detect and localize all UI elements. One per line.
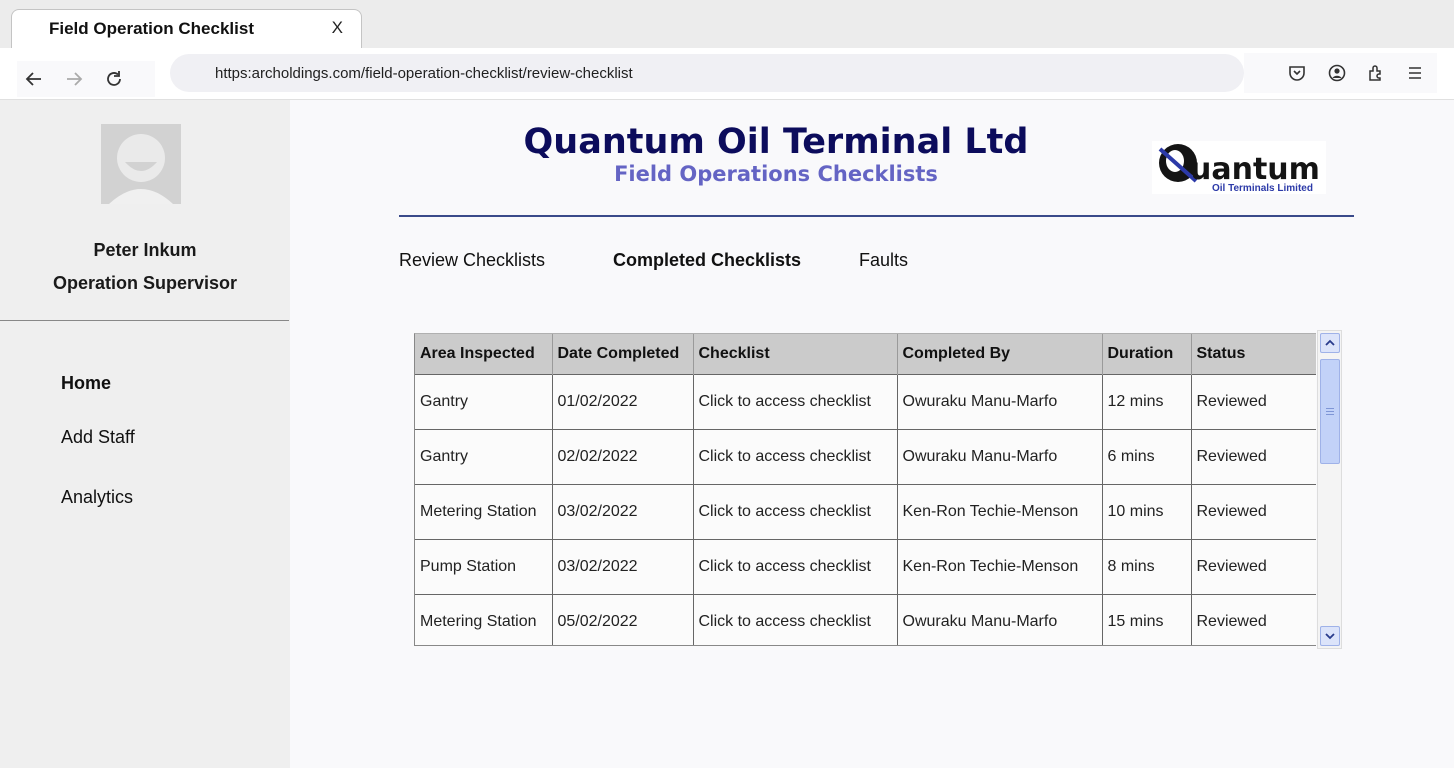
column-header[interactable]: Date Completed — [552, 334, 694, 374]
checklist-cell: Click to access checklist — [693, 538, 898, 594]
status-cell: Reviewed — [1191, 373, 1316, 429]
area-cell: Metering Station — [415, 483, 553, 539]
checklist-table-container: Area Inspected Date Completed Checklist … — [414, 333, 1316, 646]
area-cell: Gantry — [415, 373, 553, 429]
completed-by-cell: Owuraku Manu-Marfo — [897, 373, 1103, 429]
tab-faults[interactable]: Faults — [859, 250, 908, 271]
date-cell: 03/02/2022 — [552, 538, 694, 594]
area-cell: Gantry — [415, 428, 553, 484]
sidebar-item-add-staff[interactable]: Add Staff — [61, 427, 135, 448]
completed-by-cell: Ken-Ron Techie-Menson — [897, 538, 1103, 594]
checklist-cell: Click to access checklist — [693, 373, 898, 429]
url-text[interactable]: https:archoldings.com/field-operation-ch… — [215, 65, 633, 82]
company-title: Quantum Oil Terminal Ltd — [523, 122, 1029, 162]
menu-icon[interactable] — [1404, 62, 1426, 84]
column-header[interactable]: Area Inspected — [415, 334, 553, 374]
table-row: Gantry 02/02/2022 Click to access checkl… — [415, 428, 1316, 484]
back-icon[interactable] — [22, 67, 46, 91]
header-divider — [399, 215, 1354, 217]
duration-cell: 10 mins — [1102, 483, 1192, 539]
nav-buttons — [17, 61, 155, 97]
extensions-icon[interactable] — [1365, 62, 1387, 84]
area-cell: Pump Station — [415, 538, 553, 594]
column-header[interactable]: Status — [1191, 334, 1316, 374]
forward-icon[interactable] — [62, 67, 86, 91]
status-cell: Reviewed — [1191, 483, 1316, 539]
page-subtitle: Field Operations Checklists — [614, 162, 938, 186]
table-row: Gantry 01/02/2022 Click to access checkl… — [415, 373, 1316, 429]
user-name: Peter Inkum — [93, 240, 197, 260]
company-logo: uantum Oil Terminals Limited — [1152, 141, 1326, 194]
tab-title: Field Operation Checklist — [49, 19, 254, 38]
date-cell: 03/02/2022 — [552, 483, 694, 539]
scroll-up-icon[interactable] — [1320, 333, 1340, 353]
sidebar: Peter Inkum Operation Supervisor Home Ad… — [0, 100, 290, 768]
tab-completed-checklists[interactable]: Completed Checklists — [613, 250, 801, 271]
logo-wordmark: uantum — [1190, 152, 1320, 187]
table-row: Metering Station 05/02/2022 Click to acc… — [415, 593, 1316, 645]
column-header[interactable]: Duration — [1102, 334, 1192, 374]
completed-by-cell: Owuraku Manu-Marfo — [897, 428, 1103, 484]
checklist-link[interactable]: Click to access checklist — [699, 613, 872, 630]
checklist-cell: Click to access checklist — [693, 428, 898, 484]
column-header[interactable]: Checklist — [693, 334, 898, 374]
reload-icon[interactable] — [102, 67, 126, 91]
browser-tab[interactable]: Field Operation Checklist X — [11, 9, 362, 49]
checklist-cell: Click to access checklist — [693, 593, 898, 645]
pocket-icon[interactable] — [1286, 62, 1308, 84]
duration-cell: 6 mins — [1102, 428, 1192, 484]
tab-review-checklists[interactable]: Review Checklists — [399, 250, 545, 271]
checklist-link[interactable]: Click to access checklist — [699, 558, 872, 575]
table-row: Metering Station 03/02/2022 Click to acc… — [415, 483, 1316, 539]
checklist-link[interactable]: Click to access checklist — [699, 448, 872, 465]
checklist-cell: Click to access checklist — [693, 483, 898, 539]
area-cell: Metering Station — [415, 593, 553, 645]
date-cell: 02/02/2022 — [552, 428, 694, 484]
tab-close-button[interactable]: X — [332, 18, 343, 38]
duration-cell: 8 mins — [1102, 538, 1192, 594]
table-row: Pump Station 03/02/2022 Click to access … — [415, 538, 1316, 594]
completed-by-cell: Owuraku Manu-Marfo — [897, 593, 1103, 645]
url-bar[interactable]: https:archoldings.com/field-operation-ch… — [170, 54, 1244, 92]
table-scrollbar[interactable] — [1317, 330, 1342, 649]
logo-tagline: Oil Terminals Limited — [1212, 183, 1313, 194]
sidebar-item-home[interactable]: Home — [61, 373, 111, 394]
duration-cell: 15 mins — [1102, 593, 1192, 645]
column-header[interactable]: Completed By — [897, 334, 1103, 374]
browser-navbar: https:archoldings.com/field-operation-ch… — [0, 48, 1454, 100]
browser-tab-bar: Field Operation Checklist X — [0, 0, 1454, 49]
avatar — [101, 124, 181, 204]
account-icon[interactable] — [1326, 62, 1348, 84]
sidebar-item-analytics[interactable]: Analytics — [61, 487, 133, 508]
completed-by-cell: Ken-Ron Techie-Menson — [897, 483, 1103, 539]
status-cell: Reviewed — [1191, 593, 1316, 645]
toolbar-buttons — [1244, 53, 1437, 93]
duration-cell: 12 mins — [1102, 373, 1192, 429]
scroll-thumb[interactable] — [1320, 359, 1340, 464]
user-role: Operation Supervisor — [52, 273, 238, 293]
date-cell: 01/02/2022 — [552, 373, 694, 429]
checklist-link[interactable]: Click to access checklist — [699, 503, 872, 520]
date-cell: 05/02/2022 — [552, 593, 694, 645]
scroll-down-icon[interactable] — [1320, 626, 1340, 646]
status-cell: Reviewed — [1191, 428, 1316, 484]
checklist-table: Area Inspected Date Completed Checklist … — [415, 334, 1316, 645]
status-cell: Reviewed — [1191, 538, 1316, 594]
sidebar-divider — [0, 320, 289, 321]
checklist-link[interactable]: Click to access checklist — [699, 393, 872, 410]
table-header-row: Area Inspected Date Completed Checklist … — [415, 334, 1316, 374]
